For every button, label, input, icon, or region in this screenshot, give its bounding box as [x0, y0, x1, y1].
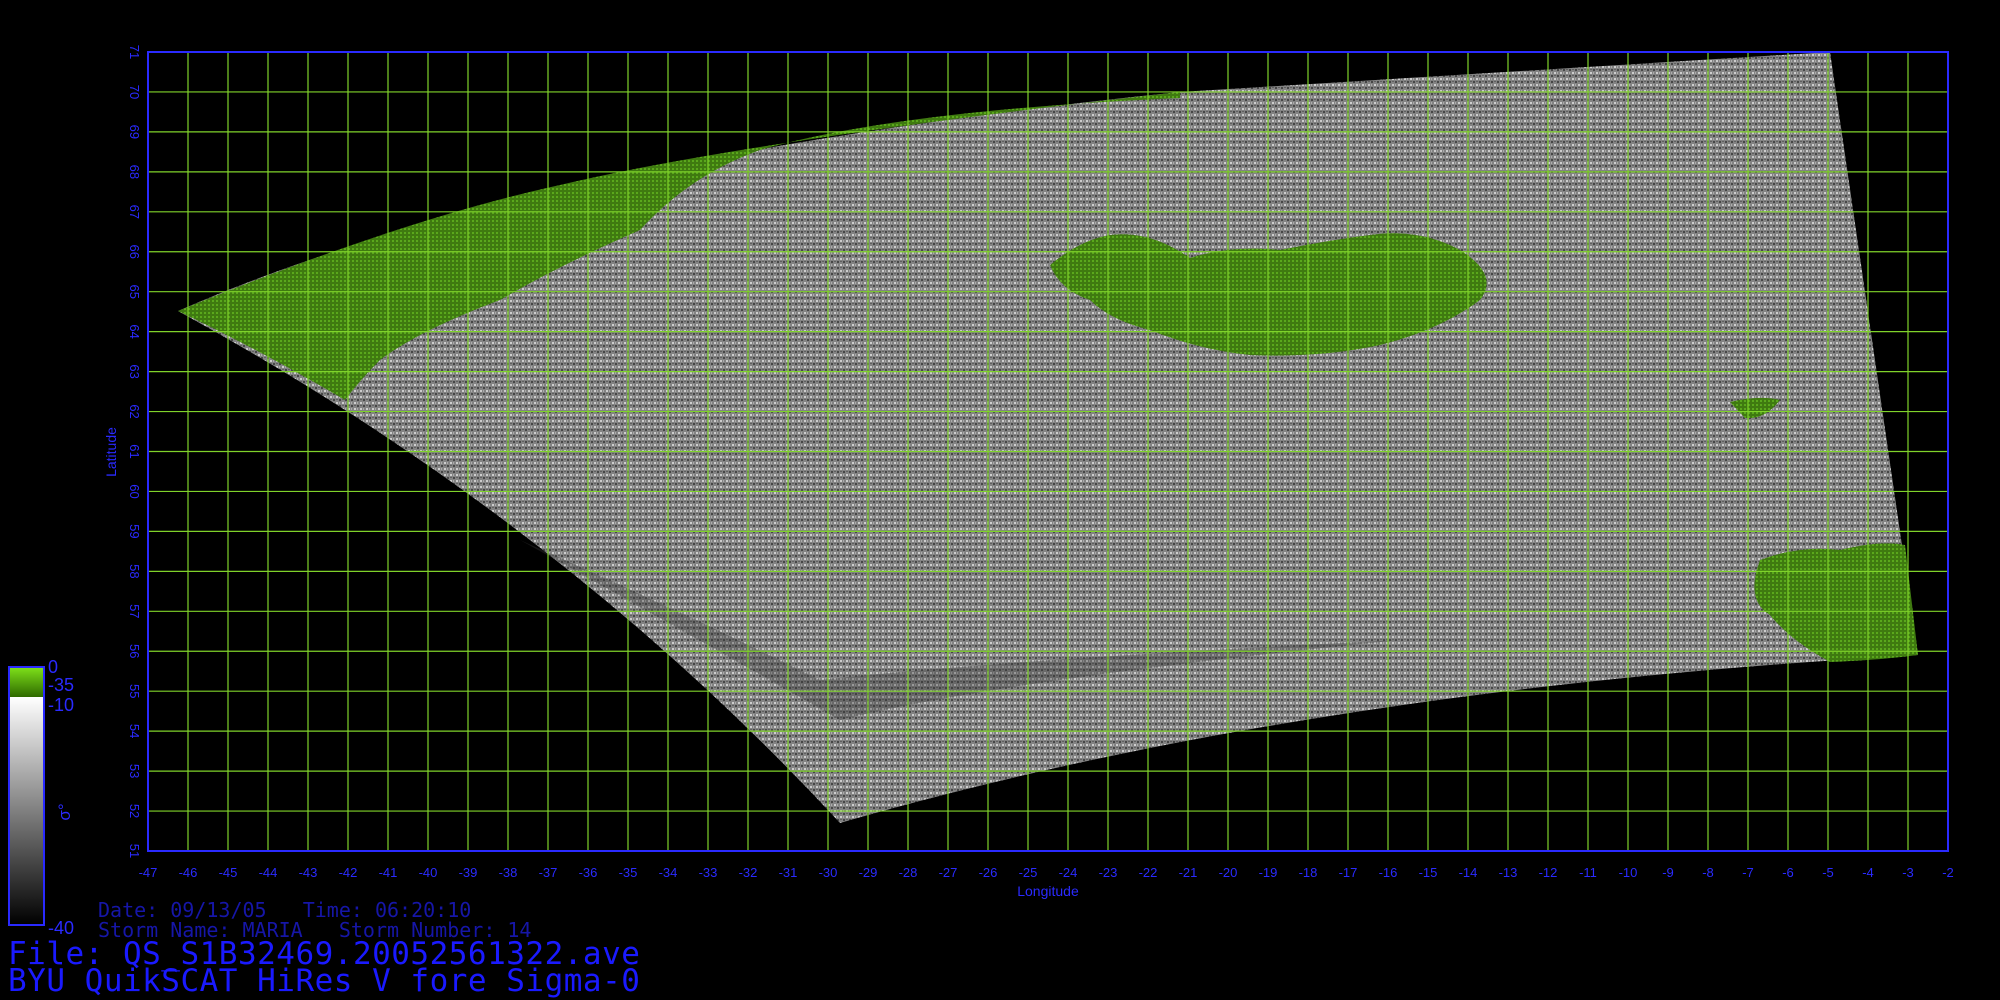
lat-tick-label: 52	[127, 804, 142, 818]
lon-tick-label: -12	[1539, 865, 1558, 880]
colorbar-label-green-bottom: -35	[48, 675, 74, 695]
lon-tick-label: -29	[859, 865, 878, 880]
lat-lon-grid	[147, 51, 1949, 852]
lat-tick-label: 65	[127, 284, 142, 298]
lon-tick-label: -14	[1459, 865, 1478, 880]
colorbar-label-gray-top: -10	[48, 695, 74, 715]
lat-tick-label: 69	[127, 125, 142, 139]
lon-tick-label: -3	[1902, 865, 1914, 880]
lon-tick-label: -20	[1219, 865, 1238, 880]
lon-tick-label: -36	[579, 865, 598, 880]
lon-tick-label: -45	[219, 865, 238, 880]
lon-tick-label: -7	[1742, 865, 1754, 880]
lon-tick-label: -41	[379, 865, 398, 880]
colorbar-label-top: 0	[48, 657, 58, 677]
lat-tick-label: 67	[127, 205, 142, 219]
lon-tick-label: -31	[779, 865, 798, 880]
lon-tick-label: -35	[619, 865, 638, 880]
lon-tick-label: -16	[1379, 865, 1398, 880]
lat-tick-label: 68	[127, 165, 142, 179]
lat-tick-label: 59	[127, 524, 142, 538]
colorbar-label-bottom: -40	[48, 918, 74, 938]
lon-tick-label: -30	[819, 865, 838, 880]
lon-tick-label: -37	[539, 865, 558, 880]
lat-tick-label: 70	[127, 85, 142, 99]
lat-tick-label: 53	[127, 764, 142, 778]
colorbar-green-segment	[9, 667, 44, 697]
lon-tick-label: -22	[1139, 865, 1158, 880]
colorbar-gray-segment	[9, 697, 44, 925]
lon-tick-label: -46	[179, 865, 198, 880]
lat-tick-label: 58	[127, 564, 142, 578]
lon-tick-label: -11	[1579, 865, 1597, 880]
lon-tick-label: -44	[259, 865, 278, 880]
scatterometer-map: -47 -46 -45 -44 -43 -42 -41 -40 -39 -38 -37 -36 -35-…	[8, 45, 1954, 938]
lon-tick-label: -2	[1942, 865, 1954, 880]
lat-tick-label: 56	[127, 644, 142, 658]
lon-tick-label: -5	[1822, 865, 1834, 880]
lat-tick-label: 61	[127, 444, 142, 458]
lon-tick-label: -34	[659, 865, 678, 880]
product-title-line: BYU QuikSCAT HiRes V fore Sigma-0	[8, 963, 641, 999]
lon-tick-label: -13	[1499, 865, 1518, 880]
lon-tick-label: -28	[899, 865, 918, 880]
lon-tick-label: -47	[139, 865, 158, 880]
lon-tick-label: -43	[299, 865, 318, 880]
lon-tick-label: -21	[1179, 865, 1198, 880]
lon-tick-label: -19	[1259, 865, 1278, 880]
lat-tick-label: 64	[127, 324, 142, 338]
lat-tick-label: 54	[127, 724, 142, 738]
lon-tick-label: -9	[1662, 865, 1674, 880]
lon-tick-label: -26	[979, 865, 998, 880]
lon-tick-label: -8	[1702, 865, 1714, 880]
lon-tick-label: -39	[459, 865, 478, 880]
lat-tick-label: 57	[127, 604, 142, 618]
lon-tick-label: -33	[699, 865, 718, 880]
lon-tick-label: -6	[1782, 865, 1794, 880]
lon-tick-label: -17	[1339, 865, 1358, 880]
swath-ocean	[178, 52, 1918, 823]
lat-tick-label: 60	[127, 484, 142, 498]
lat-tick-label: 51	[127, 844, 142, 858]
lon-tick-label: -18	[1299, 865, 1318, 880]
lat-tick-label: 55	[127, 684, 142, 698]
colorbar-sigma-symbol: σ°	[55, 803, 74, 820]
lon-tick-label: -32	[739, 865, 758, 880]
colorbar: 0 -35 -10 -40 σ°	[8, 657, 74, 938]
lon-tick-label: -42	[339, 865, 358, 880]
lat-tick-label: 62	[127, 404, 142, 418]
lat-tick-label: 66	[127, 245, 142, 259]
lon-tick-label: -10	[1619, 865, 1638, 880]
lon-tick-label: -38	[499, 865, 518, 880]
lon-tick-label: -23	[1099, 865, 1118, 880]
lon-tick-label: -25	[1019, 865, 1038, 880]
y-axis-label: Latitude	[103, 427, 119, 477]
lon-tick-label: -27	[939, 865, 958, 880]
lat-tick-label: 71	[127, 45, 142, 59]
lon-tick-label: -15	[1419, 865, 1438, 880]
lat-tick-label: 63	[127, 364, 142, 378]
sigma0-swath-image	[178, 52, 1918, 823]
lon-tick-label: -40	[419, 865, 438, 880]
x-axis-label: Longitude	[1017, 883, 1079, 899]
lon-tick-label: -4	[1862, 865, 1874, 880]
lon-tick-label: -24	[1059, 865, 1078, 880]
